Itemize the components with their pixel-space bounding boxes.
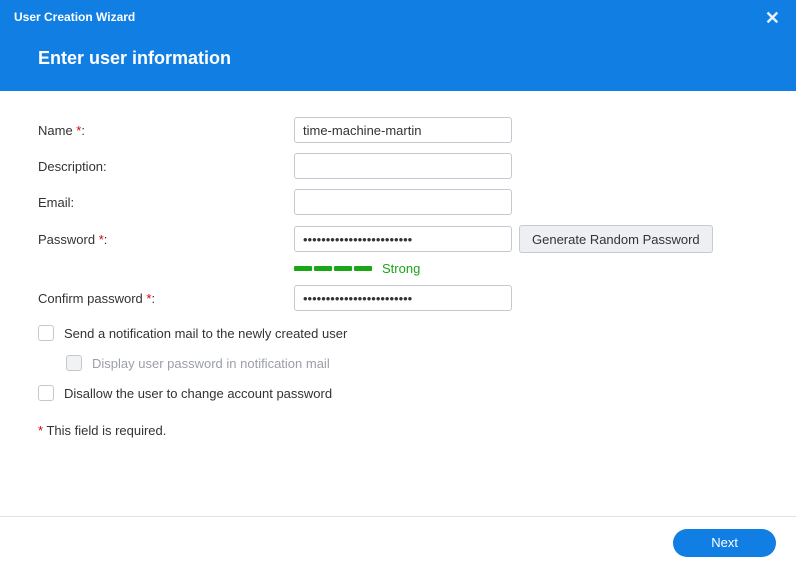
confirm-password-label: Confirm password *: xyxy=(38,291,294,306)
name-row: Name *: xyxy=(38,117,758,143)
name-label: Name *: xyxy=(38,123,294,138)
notify-checkbox-label: Send a notification mail to the newly cr… xyxy=(64,326,347,341)
confirm-password-input[interactable] xyxy=(294,285,512,311)
description-row: Description: xyxy=(38,153,758,179)
strength-indicator: Strong xyxy=(294,259,758,277)
description-input[interactable] xyxy=(294,153,512,179)
next-button[interactable]: Next xyxy=(673,529,776,557)
strength-bars xyxy=(294,266,372,271)
description-label: Description: xyxy=(38,159,294,174)
wizard-header: User Creation Wizard ✕ Enter user inform… xyxy=(0,0,796,91)
required-note: * This field is required. xyxy=(38,423,758,438)
window-title: User Creation Wizard xyxy=(0,0,796,24)
wizard-footer: Next xyxy=(0,516,796,568)
password-input[interactable] xyxy=(294,226,512,252)
strength-label: Strong xyxy=(382,261,420,276)
password-label: Password *: xyxy=(38,232,294,247)
email-label: Email: xyxy=(38,195,294,210)
display-password-checkbox-label: Display user password in notification ma… xyxy=(92,356,330,371)
disallow-checkbox[interactable] xyxy=(38,385,54,401)
name-input[interactable] xyxy=(294,117,512,143)
display-password-checkbox-row: Display user password in notification ma… xyxy=(66,355,758,371)
form-content: Name *: Description: Email: Password *: … xyxy=(0,91,796,438)
generate-password-button[interactable]: Generate Random Password xyxy=(519,225,713,253)
disallow-checkbox-label: Disallow the user to change account pass… xyxy=(64,386,332,401)
page-title: Enter user information xyxy=(0,24,796,69)
disallow-checkbox-row: Disallow the user to change account pass… xyxy=(38,385,758,401)
notify-checkbox[interactable] xyxy=(38,325,54,341)
notify-checkbox-row: Send a notification mail to the newly cr… xyxy=(38,325,758,341)
password-row: Password *: Generate Random Password xyxy=(38,225,758,253)
display-password-checkbox xyxy=(66,355,82,371)
close-icon[interactable]: ✕ xyxy=(765,8,780,29)
email-row: Email: xyxy=(38,189,758,215)
confirm-password-row: Confirm password *: xyxy=(38,285,758,311)
email-input[interactable] xyxy=(294,189,512,215)
